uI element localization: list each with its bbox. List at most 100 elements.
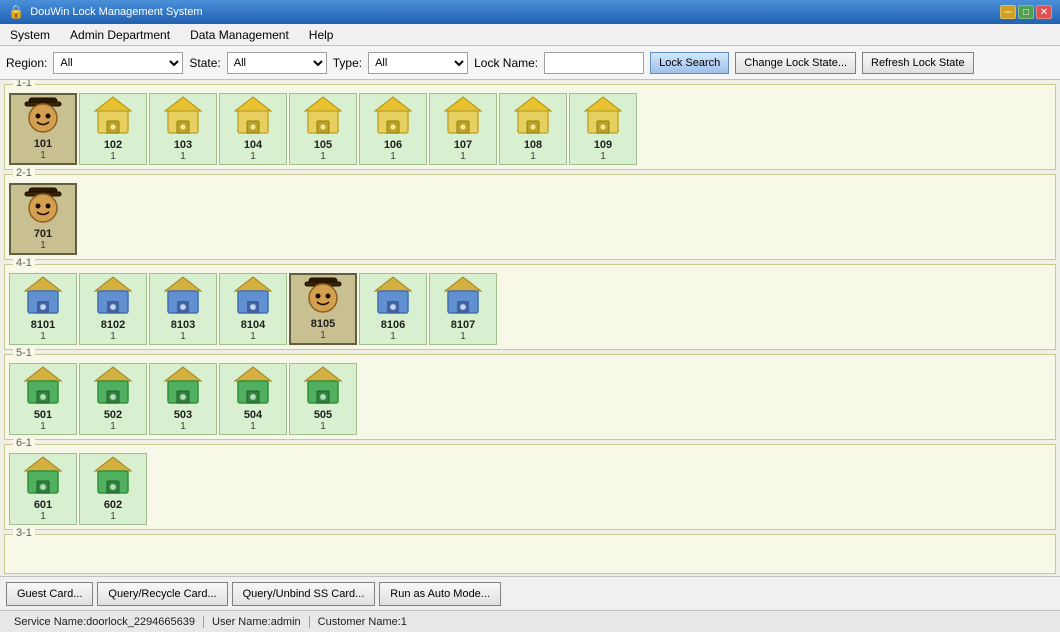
query-recycle-card-button[interactable]: Query/Recycle Card... <box>97 582 227 606</box>
lock-name-102: 102 <box>104 139 122 151</box>
lock-item-109[interactable]: 1091 <box>569 93 637 165</box>
lock-count-105: 1 <box>320 151 326 162</box>
lock-item-504[interactable]: 5041 <box>219 363 287 435</box>
lock-icon-106 <box>371 93 415 139</box>
lock-item-501[interactable]: 5011 <box>9 363 77 435</box>
lock-icon-108 <box>511 93 555 139</box>
lock-item-602[interactable]: 6021 <box>79 453 147 525</box>
lock-item-8107[interactable]: 81071 <box>429 273 497 345</box>
lock-item-106[interactable]: 1061 <box>359 93 427 165</box>
lock-icon-505 <box>301 363 345 409</box>
lock-name-101: 101 <box>34 138 52 150</box>
lock-item-701[interactable]: 7011 <box>9 183 77 255</box>
lock-name-input[interactable] <box>544 52 644 74</box>
lock-count-109: 1 <box>600 151 606 162</box>
lock-count-101: 1 <box>40 150 46 161</box>
customer-name-status: Customer Name:1 <box>310 616 415 628</box>
lock-item-103[interactable]: 1031 <box>149 93 217 165</box>
lock-count-8102: 1 <box>110 331 116 342</box>
section-section-1-1: 1-1 1011 1021 <box>4 84 1056 170</box>
lock-search-button[interactable]: Lock Search <box>650 52 729 74</box>
section-label-section-1-1: 1-1 <box>13 80 35 89</box>
main-content[interactable]: 1-1 1011 1021 <box>0 80 1060 576</box>
app-title: DouWin Lock Management System <box>30 6 202 18</box>
section-section-6-1: 6-1 6011 6021 <box>4 444 1056 530</box>
region-select[interactable]: All <box>53 52 183 74</box>
refresh-lock-state-button[interactable]: Refresh Lock State <box>862 52 974 74</box>
title-bar: 🔒 DouWin Lock Management System ─ □ ✕ <box>0 0 1060 24</box>
lock-icon-502 <box>91 363 135 409</box>
lock-item-8101[interactable]: 81011 <box>9 273 77 345</box>
section-label-section-2-1: 2-1 <box>13 167 35 179</box>
lock-grid-section-3-1 <box>9 539 1051 569</box>
lock-item-108[interactable]: 1081 <box>499 93 567 165</box>
lock-item-8103[interactable]: 81031 <box>149 273 217 345</box>
query-unbind-ss-card-button[interactable]: Query/Unbind SS Card... <box>232 582 376 606</box>
lock-name-109: 109 <box>594 139 612 151</box>
lock-item-503[interactable]: 5031 <box>149 363 217 435</box>
lock-name-701: 701 <box>34 228 52 240</box>
region-label: Region: <box>6 56 47 70</box>
lock-name-104: 104 <box>244 139 262 151</box>
run-auto-mode-button[interactable]: Run as Auto Mode... <box>379 582 501 606</box>
menu-admin-department[interactable]: Admin Department <box>64 26 176 44</box>
lock-icon-601 <box>21 453 65 499</box>
lock-count-501: 1 <box>40 421 46 432</box>
lock-name-501: 501 <box>34 409 52 421</box>
lock-name-106: 106 <box>384 139 402 151</box>
type-label: Type: <box>333 56 362 70</box>
change-lock-state-button[interactable]: Change Lock State... <box>735 52 856 74</box>
bottom-bar: Guest Card... Query/Recycle Card... Quer… <box>0 576 1060 610</box>
lock-count-701: 1 <box>40 240 46 251</box>
lock-grid-section-5-1: 5011 5021 5031 5041 <box>9 359 1051 435</box>
lock-count-108: 1 <box>530 151 536 162</box>
lock-item-8106[interactable]: 81061 <box>359 273 427 345</box>
lock-item-8105[interactable]: 81051 <box>289 273 357 345</box>
lock-name-label: Lock Name: <box>474 56 538 70</box>
menu-data-management[interactable]: Data Management <box>184 26 295 44</box>
lock-name-601: 601 <box>34 499 52 511</box>
lock-icon-101 <box>21 92 65 138</box>
lock-count-8104: 1 <box>250 331 256 342</box>
lock-count-503: 1 <box>180 421 186 432</box>
lock-item-107[interactable]: 1071 <box>429 93 497 165</box>
section-section-3-1: 3-1 <box>4 534 1056 574</box>
type-select[interactable]: All <box>368 52 468 74</box>
lock-count-106: 1 <box>390 151 396 162</box>
section-section-2-1: 2-1 7011 <box>4 174 1056 260</box>
lock-name-105: 105 <box>314 139 332 151</box>
lock-item-601[interactable]: 6011 <box>9 453 77 525</box>
state-select[interactable]: All <box>227 52 327 74</box>
lock-count-601: 1 <box>40 511 46 522</box>
minimize-button[interactable]: ─ <box>1000 5 1016 19</box>
user-name-status: User Name:admin <box>204 616 310 628</box>
lock-icon-8106 <box>371 273 415 319</box>
lock-icon-107 <box>441 93 485 139</box>
lock-icon-8101 <box>21 273 65 319</box>
lock-name-8102: 8102 <box>101 319 125 331</box>
lock-grid-section-2-1: 7011 <box>9 179 1051 255</box>
maximize-button[interactable]: □ <box>1018 5 1034 19</box>
lock-item-105[interactable]: 1051 <box>289 93 357 165</box>
lock-count-8107: 1 <box>460 331 466 342</box>
lock-name-504: 504 <box>244 409 262 421</box>
lock-item-505[interactable]: 5051 <box>289 363 357 435</box>
title-bar-left: 🔒 DouWin Lock Management System <box>8 4 203 20</box>
lock-item-8104[interactable]: 81041 <box>219 273 287 345</box>
lock-name-8107: 8107 <box>451 319 475 331</box>
lock-count-102: 1 <box>110 151 116 162</box>
guest-card-button[interactable]: Guest Card... <box>6 582 93 606</box>
lock-item-502[interactable]: 5021 <box>79 363 147 435</box>
lock-item-8102[interactable]: 81021 <box>79 273 147 345</box>
lock-grid-section-1-1: 1011 1021 1031 1041 <box>9 89 1051 165</box>
lock-icon-701 <box>21 182 65 228</box>
lock-name-505: 505 <box>314 409 332 421</box>
lock-item-104[interactable]: 1041 <box>219 93 287 165</box>
close-button[interactable]: ✕ <box>1036 5 1052 19</box>
lock-grid-section-4-1: 81011 81021 81031 81 <box>9 269 1051 345</box>
menu-help[interactable]: Help <box>303 26 340 44</box>
lock-grid-section-6-1: 6011 6021 <box>9 449 1051 525</box>
lock-item-101[interactable]: 1011 <box>9 93 77 165</box>
lock-item-102[interactable]: 1021 <box>79 93 147 165</box>
menu-system[interactable]: System <box>4 26 56 44</box>
